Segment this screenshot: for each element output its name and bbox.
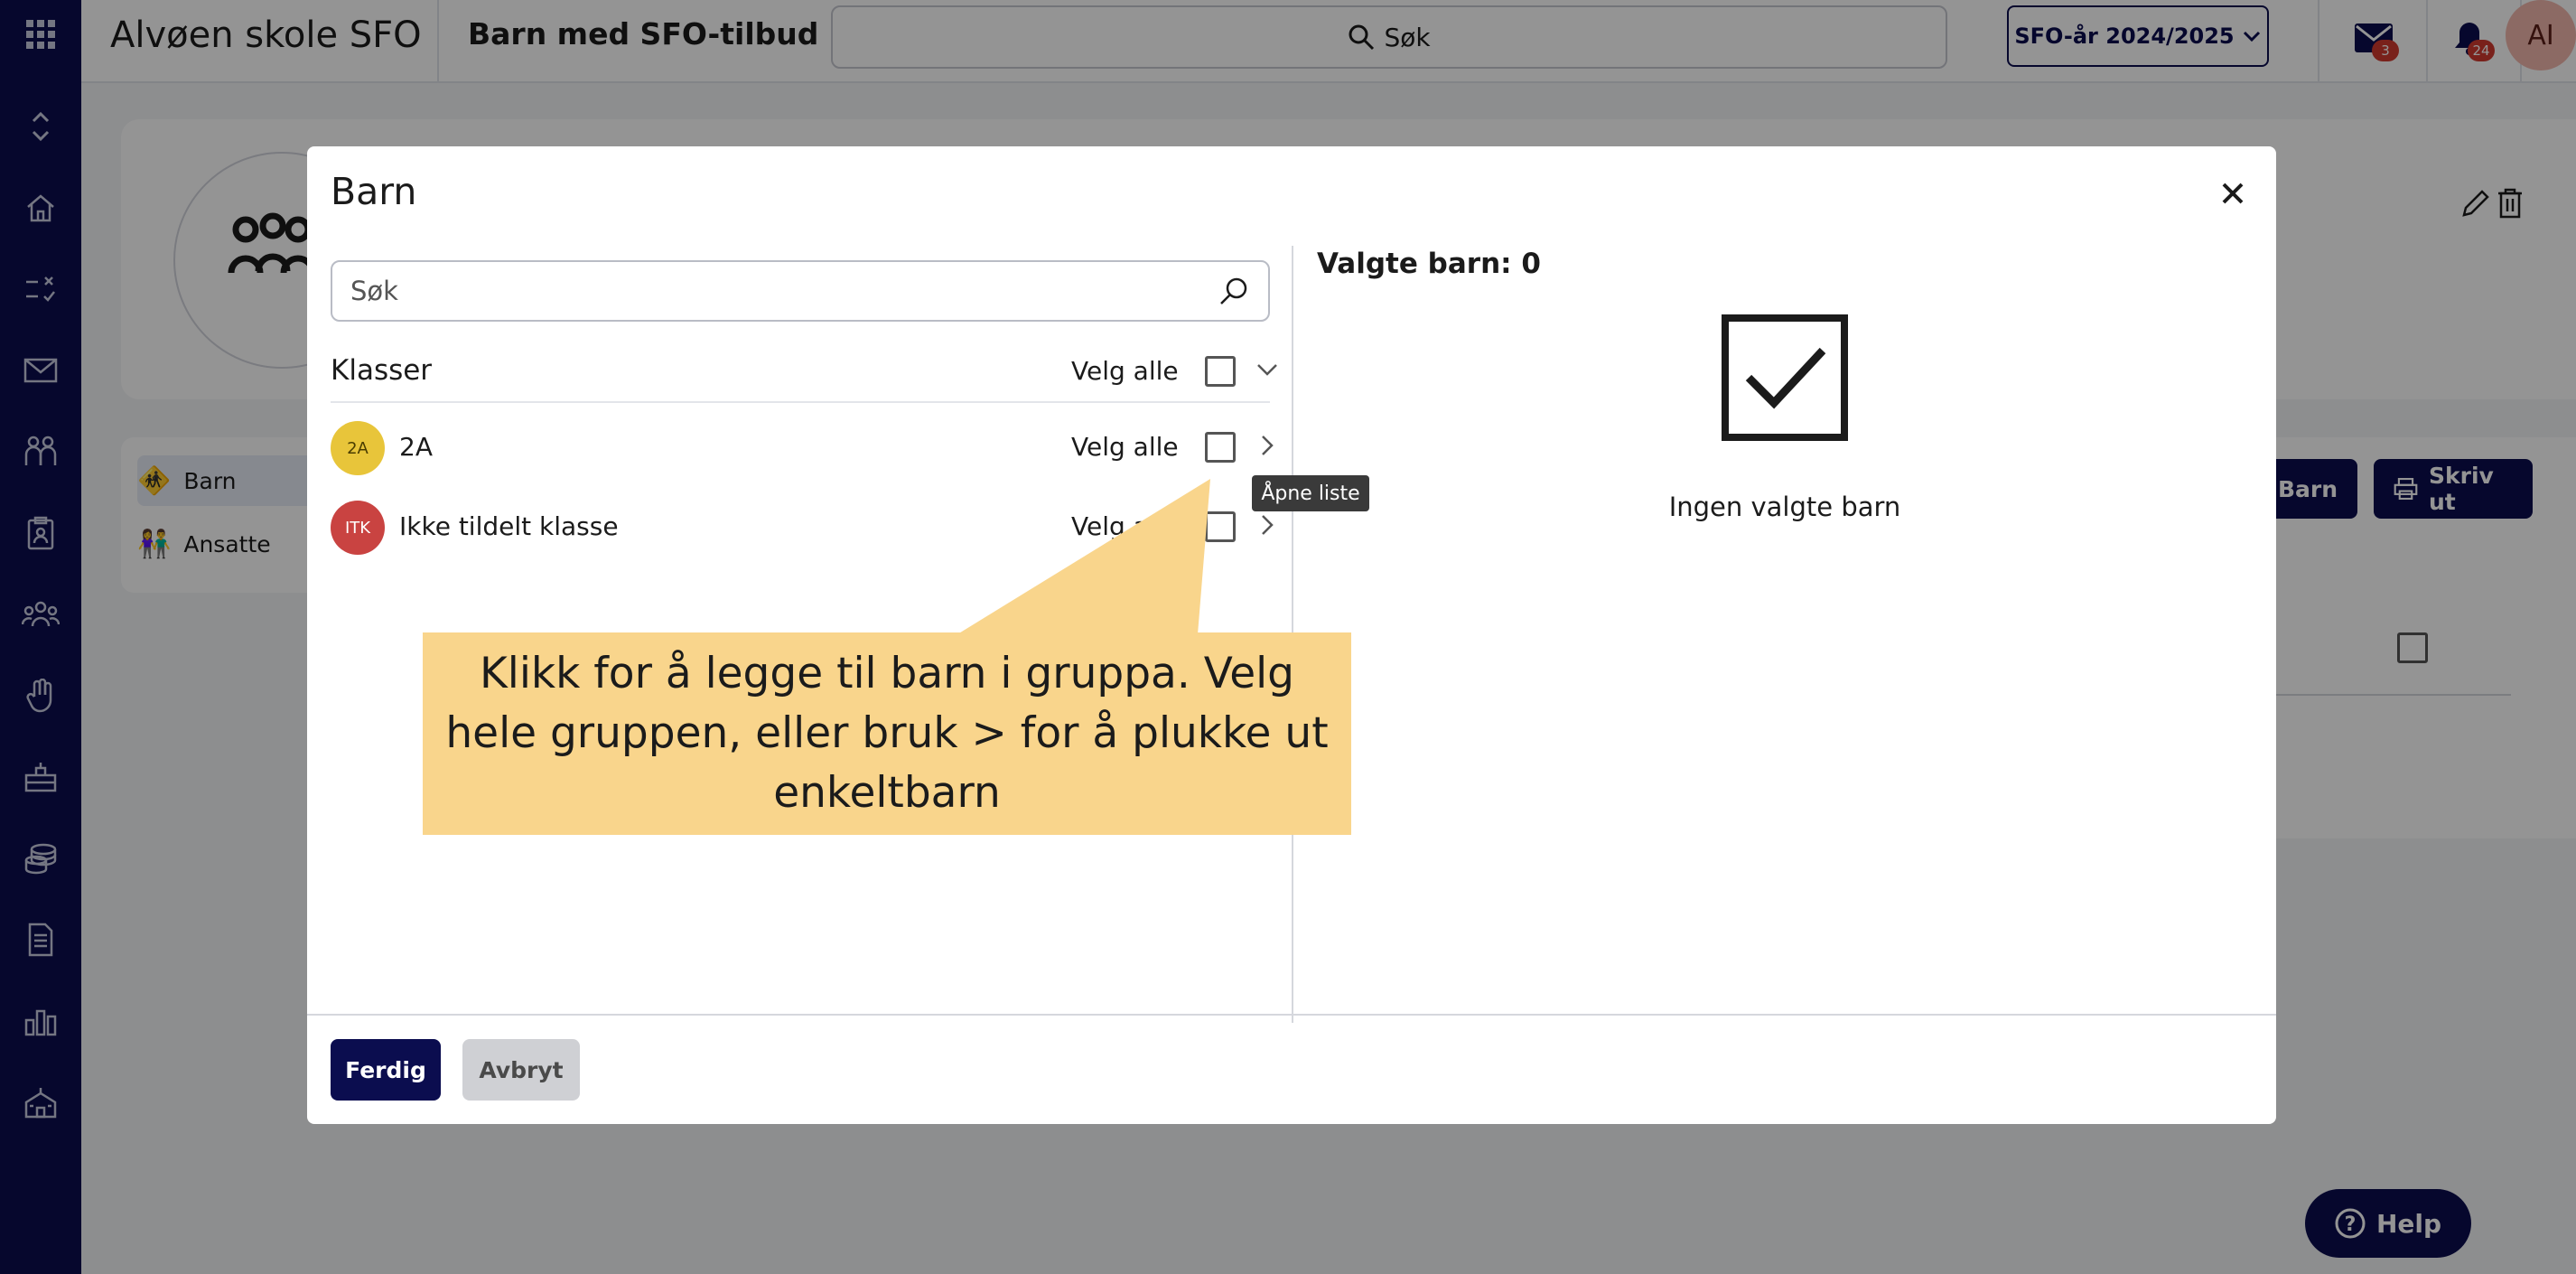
select-all-label: Velg alle <box>1071 511 1179 541</box>
selected-count: Valgte barn: 0 <box>1317 248 1541 280</box>
select-all-label: Velg alle <box>1071 356 1179 386</box>
dialog-title: Barn <box>331 170 417 213</box>
class-badge: 2A <box>331 421 385 475</box>
tutorial-callout: Klikk for å legge til barn i gruppa. Vel… <box>423 632 1351 835</box>
checkbox-checked-icon <box>1722 314 1848 441</box>
class-name: Ikke tildelt klasse <box>399 511 619 541</box>
chevron-right-icon[interactable] <box>1255 513 1279 537</box>
search-icon <box>1220 277 1247 304</box>
chevron-down-icon[interactable] <box>1255 358 1279 381</box>
empty-state-text: Ingen valgte barn <box>1668 492 1901 522</box>
select-class-checkbox[interactable] <box>1205 432 1236 463</box>
tooltip: Åpne liste <box>1252 475 1369 511</box>
class-badge: ITK <box>331 501 385 555</box>
chevron-right-icon[interactable] <box>1255 434 1279 457</box>
class-name: 2A <box>399 432 433 462</box>
select-class-checkbox[interactable] <box>1205 511 1236 542</box>
close-icon <box>2222 183 2244 204</box>
class-row-itk[interactable]: ITK Ikke tildelt klasse Velg alle <box>331 493 1274 569</box>
select-all-label: Velg alle <box>1071 432 1179 462</box>
search-placeholder: Søk <box>350 276 398 306</box>
class-row-2a[interactable]: 2A 2A Velg alle <box>331 414 1274 490</box>
children-search-input[interactable]: Søk <box>331 260 1270 322</box>
classes-title: Klasser <box>331 354 433 387</box>
done-button[interactable]: Ferdig <box>331 1039 441 1101</box>
close-button[interactable] <box>2213 173 2253 213</box>
classes-header: Klasser Velg alle <box>331 345 1277 403</box>
select-all-classes-checkbox[interactable] <box>1205 356 1236 387</box>
cancel-button[interactable]: Avbryt <box>462 1039 580 1101</box>
footer-divider <box>307 1014 2276 1016</box>
